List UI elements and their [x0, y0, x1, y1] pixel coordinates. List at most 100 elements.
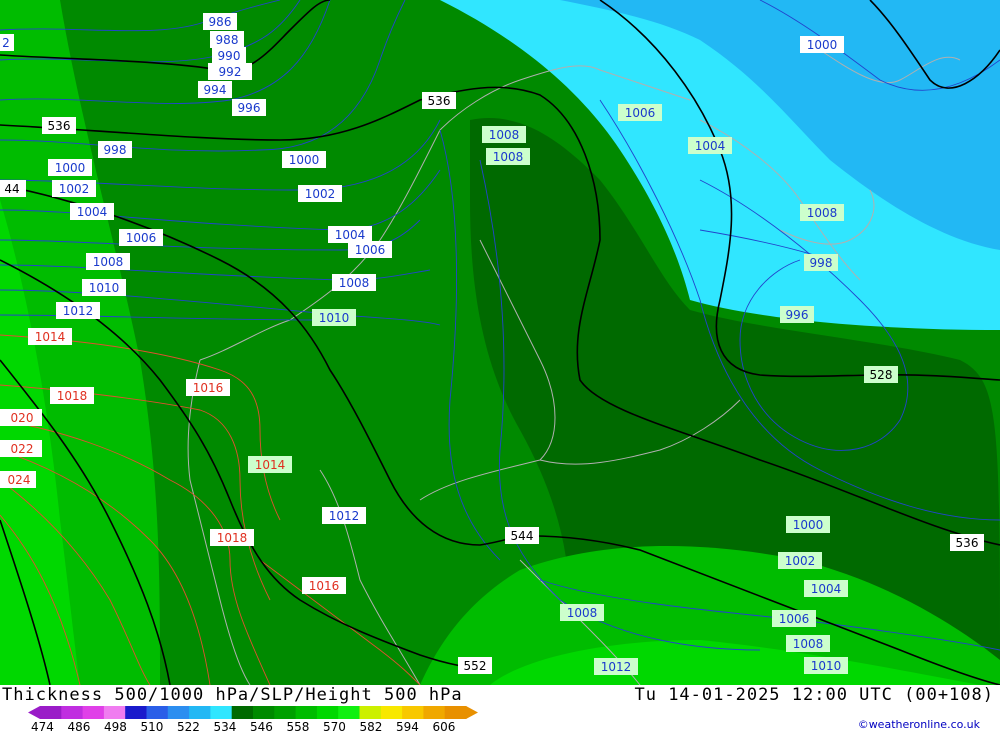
svg-text:1008: 1008	[807, 206, 838, 220]
svg-text:1006: 1006	[355, 243, 386, 257]
weather-map: 536 536 44 544 536 528 552 986 988 990 9…	[0, 0, 1000, 685]
legend-label: 486	[67, 720, 91, 734]
legend-label: 582	[359, 720, 383, 734]
svg-text:1000: 1000	[807, 38, 838, 52]
svg-text:1000: 1000	[793, 518, 824, 532]
svg-text:1008: 1008	[793, 637, 824, 651]
svg-text:992: 992	[219, 65, 242, 79]
svg-text:1002: 1002	[59, 182, 90, 196]
svg-text:024: 024	[8, 473, 31, 487]
svg-text:1018: 1018	[217, 531, 248, 545]
legend-label: 606	[432, 720, 456, 734]
legend-label: 546	[250, 720, 273, 734]
svg-text:1012: 1012	[601, 660, 632, 674]
thickness-label: 536	[422, 92, 456, 109]
svg-text:1012: 1012	[63, 304, 94, 318]
svg-text:1008: 1008	[339, 276, 370, 290]
svg-text:1002: 1002	[785, 554, 816, 568]
svg-text:1004: 1004	[695, 139, 726, 153]
legend-swatch	[82, 706, 105, 719]
legend-label: 474	[31, 720, 54, 734]
legend-swatch	[253, 706, 275, 719]
svg-text:1002: 1002	[305, 187, 336, 201]
svg-text:1008: 1008	[489, 128, 520, 142]
svg-text:998: 998	[104, 143, 127, 157]
legend-label: 522	[177, 720, 200, 734]
svg-text:1016: 1016	[309, 579, 340, 593]
svg-text:536: 536	[956, 536, 979, 550]
svg-text:544: 544	[511, 529, 534, 543]
svg-text:1012: 1012	[329, 509, 360, 523]
svg-text:1004: 1004	[811, 582, 842, 596]
legend-swatch	[231, 706, 254, 719]
map-title: Thickness 500/1000 hPa/SLP/Height 500 hP…	[2, 685, 463, 705]
legend-arrow-right	[466, 706, 478, 719]
legend-swatch	[210, 706, 233, 719]
svg-text:1014: 1014	[35, 330, 66, 344]
legend-swatch	[146, 706, 169, 719]
legend-label: 534	[213, 720, 237, 734]
legend-label: 498	[104, 720, 127, 734]
legend-label: 570	[323, 720, 346, 734]
svg-text:1006: 1006	[126, 231, 157, 245]
svg-text:1000: 1000	[289, 153, 320, 167]
legend-swatch	[295, 706, 318, 719]
legend-swatch	[423, 706, 446, 719]
svg-text:1010: 1010	[89, 281, 120, 295]
svg-text:1018: 1018	[57, 389, 88, 403]
svg-text:990: 990	[218, 49, 241, 63]
svg-text:2: 2	[2, 36, 10, 50]
svg-text:1016: 1016	[193, 381, 224, 395]
thickness-label: 44	[0, 180, 26, 197]
svg-text:1010: 1010	[319, 311, 350, 325]
legend-swatch	[316, 706, 339, 719]
credit-link[interactable]: ©weatheronline.co.uk	[858, 718, 980, 731]
svg-text:552: 552	[464, 659, 487, 673]
svg-text:1004: 1004	[77, 205, 108, 219]
legend-arrow-left	[28, 706, 40, 719]
thickness-label: 544	[505, 527, 539, 544]
svg-text:1004: 1004	[335, 228, 366, 242]
legend-swatch	[274, 706, 297, 719]
svg-text:1014: 1014	[255, 458, 286, 472]
svg-text:1008: 1008	[567, 606, 598, 620]
svg-text:528: 528	[870, 368, 893, 382]
legend-label: 510	[140, 720, 164, 734]
map-footer: Thickness 500/1000 hPa/SLP/Height 500 hP…	[0, 685, 1000, 734]
svg-text:1008: 1008	[493, 150, 524, 164]
legend-label: 558	[286, 720, 310, 734]
svg-text:022: 022	[11, 442, 34, 456]
legend-swatch	[167, 706, 190, 719]
thickness-label: 552	[458, 657, 492, 674]
svg-text:988: 988	[216, 33, 239, 47]
legend-swatch	[380, 706, 403, 719]
thickness-label: 536	[42, 117, 76, 134]
legend-swatch	[338, 706, 360, 719]
svg-text:996: 996	[238, 101, 261, 115]
valid-time: Tu 14-01-2025 12:00 UTC (00+108)	[634, 685, 994, 705]
svg-text:996: 996	[786, 308, 809, 322]
svg-text:020: 020	[11, 411, 34, 425]
legend-label: 594	[396, 720, 419, 734]
legend-swatch	[40, 706, 62, 719]
svg-text:1006: 1006	[779, 612, 810, 626]
svg-text:1000: 1000	[55, 161, 86, 175]
thickness-label: 528	[864, 366, 898, 383]
svg-text:536: 536	[428, 94, 451, 108]
svg-text:44: 44	[4, 182, 19, 196]
legend-swatch	[444, 706, 467, 719]
svg-text:1008: 1008	[93, 255, 124, 269]
svg-text:986: 986	[209, 15, 232, 29]
svg-text:998: 998	[810, 256, 833, 270]
legend-swatch	[103, 706, 126, 719]
legend-swatch	[189, 706, 211, 719]
legend-swatch	[125, 706, 147, 719]
svg-text:1010: 1010	[811, 659, 842, 673]
legend-swatch	[359, 706, 382, 719]
svg-text:536: 536	[48, 119, 71, 133]
svg-text:994: 994	[204, 83, 227, 97]
legend-swatch	[61, 706, 84, 719]
legend-swatch	[402, 706, 424, 719]
color-legend	[28, 706, 478, 719]
svg-text:1006: 1006	[625, 106, 656, 120]
